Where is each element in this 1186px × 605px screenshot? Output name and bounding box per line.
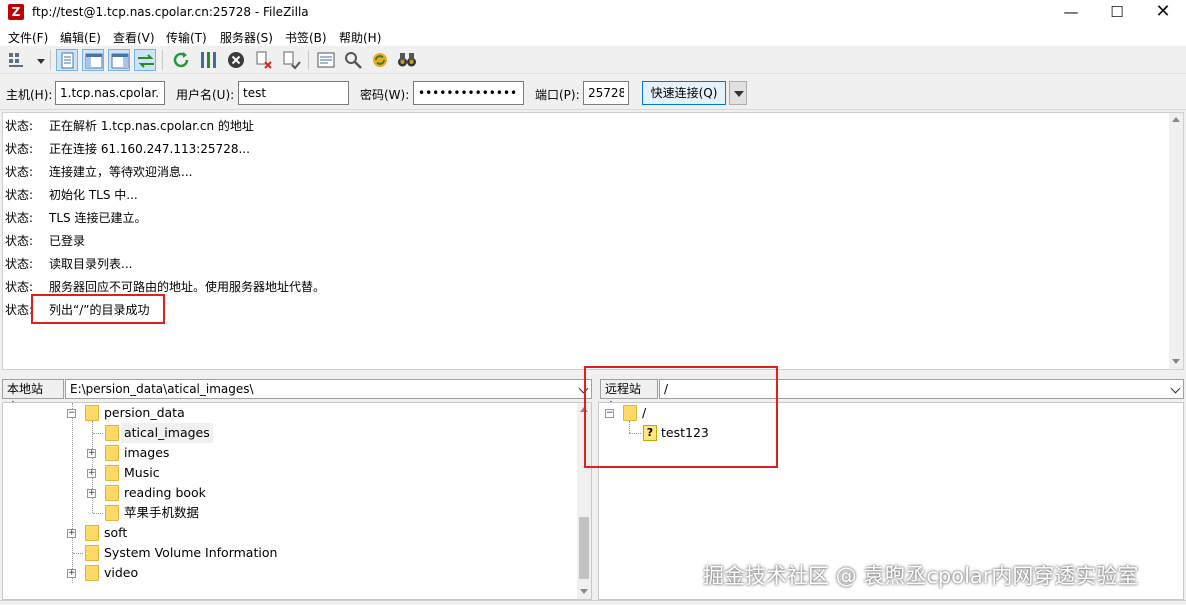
reconnect-icon[interactable] bbox=[280, 49, 302, 71]
site-manager-dropdown-icon[interactable] bbox=[30, 49, 45, 71]
cancel-operation-icon[interactable] bbox=[225, 49, 247, 71]
collapse-icon[interactable]: − bbox=[67, 409, 76, 418]
menu-file[interactable]: 文件(F) bbox=[8, 29, 48, 46]
password-label: 密码(W): bbox=[360, 88, 410, 102]
folder-icon bbox=[105, 445, 119, 461]
tree-connector bbox=[72, 403, 73, 583]
minimize-button[interactable]: — bbox=[1048, 0, 1094, 26]
chevron-down-icon bbox=[734, 91, 744, 97]
local-path-input[interactable]: E:\persion_data\atical_images\ bbox=[65, 379, 592, 399]
refresh-icon[interactable] bbox=[170, 49, 192, 71]
toolbar bbox=[0, 46, 1186, 74]
username-input[interactable] bbox=[238, 81, 349, 105]
window-title: ftp://test@1.tcp.nas.cpolar.cn:25728 - F… bbox=[32, 5, 309, 19]
folder-icon bbox=[105, 425, 119, 441]
disconnect-icon[interactable] bbox=[253, 49, 275, 71]
folder-icon bbox=[85, 525, 99, 541]
folder-icon bbox=[105, 485, 119, 501]
host-input[interactable] bbox=[55, 81, 165, 105]
scroll-down-icon[interactable] bbox=[580, 589, 588, 594]
maximize-button[interactable]: ☐ bbox=[1094, 0, 1140, 26]
toolbar-separator bbox=[50, 50, 51, 70]
quickconnect-bar: 主机(H): 用户名(U): 密码(W): 端口(P): 快速连接(Q) bbox=[0, 76, 1186, 110]
toolbar-separator bbox=[162, 50, 163, 70]
folder-icon bbox=[105, 465, 119, 481]
search-icon[interactable] bbox=[342, 49, 364, 71]
port-input[interactable] bbox=[583, 81, 629, 105]
local-site-header: 本地站点: E:\persion_data\atical_images\ bbox=[2, 377, 592, 414]
scroll-up-icon[interactable] bbox=[1172, 117, 1180, 122]
menu-help[interactable]: 帮助(H) bbox=[339, 29, 381, 46]
tree-connector bbox=[93, 513, 103, 514]
quickconnect-button[interactable]: 快速连接(Q) bbox=[642, 81, 726, 105]
folder-icon bbox=[105, 505, 119, 521]
folder-icon bbox=[85, 405, 99, 421]
host-label: 主机(H): bbox=[6, 88, 53, 102]
local-directory-tree: − persion_data atical_images + images + … bbox=[2, 402, 592, 600]
close-button[interactable]: ✕ bbox=[1140, 0, 1186, 26]
username-label: 用户名(U): bbox=[176, 88, 235, 102]
log-scrollbar[interactable] bbox=[1169, 113, 1183, 369]
tree-connector bbox=[93, 433, 103, 434]
toggle-local-tree-icon[interactable] bbox=[82, 49, 104, 71]
annotation-highlight-box bbox=[31, 294, 165, 324]
title-bar: Z ftp://test@1.tcp.nas.cpolar.cn:25728 -… bbox=[0, 0, 1186, 26]
process-queue-icon[interactable] bbox=[197, 49, 219, 71]
expand-icon[interactable]: + bbox=[67, 569, 76, 578]
toggle-message-log-icon[interactable] bbox=[56, 49, 78, 71]
toggle-transfer-queue-icon[interactable] bbox=[134, 49, 156, 71]
binoculars-icon[interactable] bbox=[396, 49, 418, 71]
toolbar-separator bbox=[308, 50, 309, 70]
site-manager-icon[interactable] bbox=[6, 49, 28, 71]
tree-connector bbox=[92, 421, 93, 513]
expand-icon[interactable]: + bbox=[87, 449, 96, 458]
filezilla-logo-icon: Z bbox=[8, 4, 24, 20]
expand-icon[interactable]: + bbox=[67, 529, 76, 538]
watermark: 掘金技术社区 @ 袁煦丞cpolar内网穿透实验室 bbox=[703, 564, 1139, 588]
annotation-highlight-box bbox=[584, 366, 778, 468]
status-bar bbox=[0, 600, 1186, 605]
toggle-remote-tree-icon[interactable] bbox=[108, 49, 130, 71]
filezilla-window: Z ftp://test@1.tcp.nas.cpolar.cn:25728 -… bbox=[0, 0, 1186, 605]
port-label: 端口(P): bbox=[535, 88, 580, 102]
scrollbar-thumb[interactable] bbox=[579, 517, 589, 579]
local-site-label: 本地站点: bbox=[2, 379, 64, 414]
menu-server[interactable]: 服务器(S) bbox=[220, 29, 273, 46]
password-input[interactable] bbox=[413, 81, 524, 105]
menu-bookmarks[interactable]: 书签(B) bbox=[285, 29, 327, 46]
menu-edit[interactable]: 编辑(E) bbox=[60, 29, 101, 46]
message-log: 状态: 正在解析 1.tcp.nas.cpolar.cn 的地址 状态: 正在连接 … bbox=[2, 112, 1184, 370]
expand-icon[interactable]: + bbox=[87, 469, 96, 478]
expand-icon[interactable]: + bbox=[87, 489, 96, 498]
folder-icon bbox=[85, 545, 99, 561]
quickconnect-history-dropdown[interactable] bbox=[729, 81, 747, 105]
directory-filter-icon[interactable] bbox=[315, 49, 337, 71]
tree-connector bbox=[73, 553, 83, 554]
sync-browse-icon[interactable] bbox=[369, 49, 391, 71]
menu-bar: 文件(F) 编辑(E) 查看(V) 传输(T) 服务器(S) 书签(B) 帮助(… bbox=[0, 26, 1186, 46]
menu-transfer[interactable]: 传输(T) bbox=[166, 29, 207, 46]
menu-view[interactable]: 查看(V) bbox=[113, 29, 155, 46]
scroll-down-icon[interactable] bbox=[1172, 359, 1180, 364]
folder-icon bbox=[85, 565, 99, 581]
